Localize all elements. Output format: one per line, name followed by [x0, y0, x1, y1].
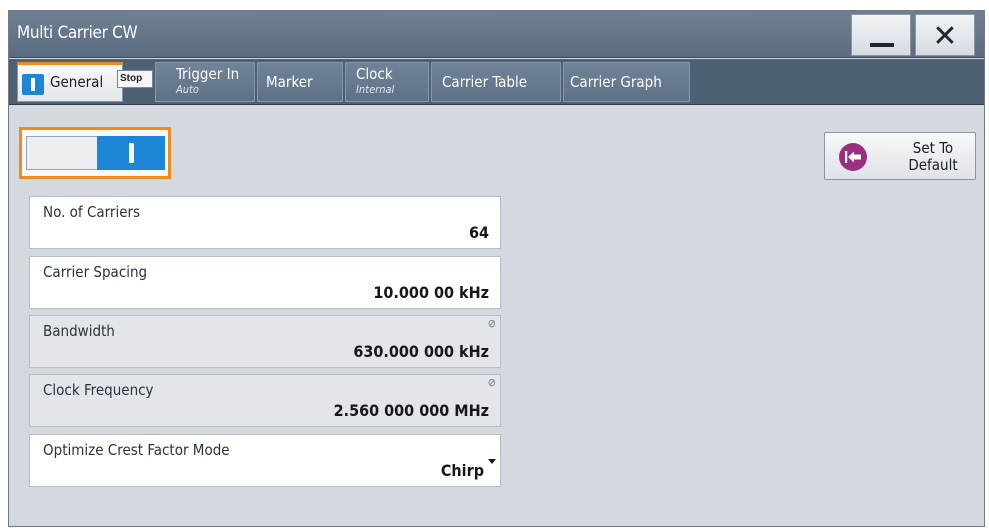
bandwidth-label: Bandwidth — [43, 322, 115, 340]
no-of-carriers-value: 64 — [468, 223, 489, 242]
clock-frequency-field: Clock Frequency ⊘ 2.560 000 000 MHz — [29, 374, 501, 427]
tab-bar: General Stop Trigger In Auto Marker Cloc… — [9, 59, 984, 105]
minimize-button[interactable] — [851, 14, 911, 56]
minimize-icon — [870, 43, 894, 47]
tab-general-label: General — [50, 73, 104, 91]
state-toggle[interactable] — [26, 136, 165, 170]
trigger-stop-badge: Stop — [117, 70, 153, 88]
close-button[interactable]: ✕ — [915, 14, 975, 56]
carrier-spacing-field[interactable]: Carrier Spacing 10.000 00 kHz — [29, 256, 501, 309]
optimize-crest-factor-label: Optimize Crest Factor Mode — [43, 441, 230, 459]
clock-frequency-value: 2.560 000 000 MHz — [333, 401, 489, 420]
no-of-carriers-field[interactable]: No. of Carriers 64 — [29, 196, 501, 249]
tab-carrier-table[interactable]: Carrier Table — [431, 62, 561, 102]
no-of-carriers-label: No. of Carriers — [43, 203, 141, 221]
optimize-crest-factor-dropdown[interactable]: Optimize Crest Factor Mode Chirp — [29, 434, 501, 487]
set-to-default-line2: Default — [908, 156, 958, 174]
title-bar: Multi Carrier CW ✕ — [9, 11, 984, 58]
multi-carrier-cw-dialog: Multi Carrier CW ✕ General Stop Trigger … — [8, 10, 985, 527]
state-on-indicator-icon — [22, 74, 44, 95]
tab-general[interactable]: General — [17, 62, 123, 102]
optimize-crest-factor-value: Chirp — [440, 461, 484, 480]
carrier-spacing-label: Carrier Spacing — [43, 263, 148, 281]
read-only-icon: ⊘ — [487, 376, 496, 389]
tab-clock-label: Clock — [356, 65, 393, 83]
toggle-on-icon — [97, 136, 165, 170]
clock-frequency-label: Clock Frequency — [43, 381, 154, 399]
set-to-default-line1: Set To — [912, 139, 954, 157]
tab-trigger-in-label: Trigger In — [176, 65, 240, 83]
back-arrow-icon — [839, 143, 867, 171]
carrier-spacing-value: 10.000 00 kHz — [373, 283, 489, 302]
tab-carrier-graph-label: Carrier Graph — [570, 73, 662, 91]
tab-clock-sub: Internal — [356, 83, 395, 96]
state-toggle-focus — [19, 127, 171, 179]
tab-carrier-graph[interactable]: Carrier Graph — [563, 62, 690, 102]
read-only-icon: ⊘ — [487, 317, 496, 330]
tab-carrier-table-label: Carrier Table — [442, 73, 528, 91]
tab-marker-label: Marker — [266, 73, 313, 91]
set-to-default-button[interactable]: Set To Default — [824, 132, 976, 180]
dialog-title: Multi Carrier CW — [17, 23, 138, 43]
general-panel: Set To Default No. of Carriers 64 Carrie… — [9, 106, 984, 526]
bandwidth-value: 630.000 000 kHz — [353, 342, 489, 361]
tab-trigger-in[interactable]: Trigger In Auto — [155, 62, 255, 102]
close-icon: ✕ — [932, 19, 958, 54]
tab-trigger-in-sub: Auto — [176, 83, 199, 96]
bandwidth-field: Bandwidth ⊘ 630.000 000 kHz — [29, 315, 501, 368]
dropdown-arrow-icon — [488, 459, 496, 464]
tab-marker[interactable]: Marker — [257, 62, 343, 102]
tab-clock[interactable]: Clock Internal — [345, 62, 429, 102]
set-to-default-label: Set To Default — [893, 140, 973, 174]
